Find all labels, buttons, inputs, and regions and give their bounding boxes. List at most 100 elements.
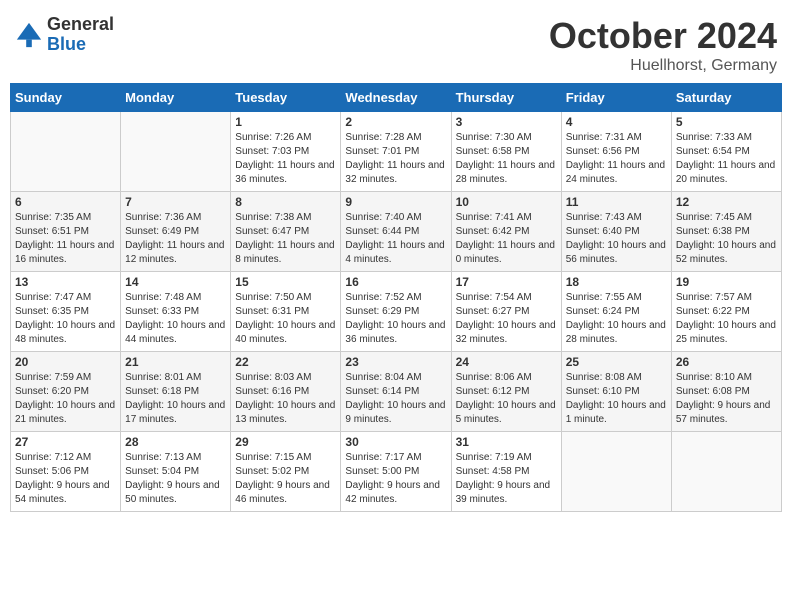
calendar-day-cell: 26Sunrise: 8:10 AM Sunset: 6:08 PM Dayli… (671, 352, 781, 432)
calendar-day-cell: 25 Sunrise: 8:08 AM Sunset: 6:10 PM Dayli… (561, 352, 671, 432)
day-info: Sunrise: 7:30 AM Sunset: 6:58 PM Dayligh… (456, 131, 557, 187)
day-info: Sunrise: 7:59 AM Sunset: 6:20 PM Dayligh… (15, 371, 116, 427)
calendar-week-row: 1Sunrise: 7:26 AM Sunset: 7:03 PM Daylig… (11, 112, 782, 192)
calendar-day-cell: 3 Sunrise: 7:30 AM Sunset: 6:58 PM Daylig… (451, 112, 561, 192)
day-info: Sunrise: 7:13 AM Sunset: 5:04 PM Dayligh… (125, 451, 226, 507)
calendar-week-row: 27Sunrise: 7:12 AM Sunset: 5:06 PM Dayli… (11, 432, 782, 512)
day-info: Sunrise: 7:19 AM Sunset: 4:58 PM Dayligh… (456, 451, 557, 507)
calendar-week-row: 6Sunrise: 7:35 AM Sunset: 6:51 PM Daylig… (11, 192, 782, 272)
calendar-day-cell: 30 Sunrise: 7:17 AM Sunset: 5:00 PM Dayli… (341, 432, 451, 512)
calendar-day-cell (121, 112, 231, 192)
day-number: 23 (345, 355, 446, 369)
calendar-day-cell: 13 Sunrise: 7:47 AM Sunset: 6:35 PM Dayli… (11, 272, 121, 352)
day-info: Sunrise: 7:38 AM Sunset: 6:47 PM Dayligh… (235, 211, 336, 267)
calendar-day-cell: 12Sunrise: 7:45 AM Sunset: 6:38 PM Dayli… (671, 192, 781, 272)
day-number: 29 (235, 435, 336, 449)
title-block: October 2024 Huellhorst, Germany (549, 15, 777, 75)
calendar-title: October 2024 (549, 15, 777, 57)
day-info: Sunrise: 8:10 AM Sunset: 6:08 PM Dayligh… (676, 371, 777, 427)
logo-text: General Blue (47, 15, 114, 55)
calendar-day-cell (671, 432, 781, 512)
logo-blue-text: Blue (47, 35, 114, 55)
day-info: Sunrise: 7:12 AM Sunset: 5:06 PM Dayligh… (15, 451, 116, 507)
page-header: General Blue October 2024 Huellhorst, Ge… (10, 10, 782, 75)
calendar-day-cell: 5 Sunrise: 7:33 AM Sunset: 6:54 PM Daylig… (671, 112, 781, 192)
calendar-day-cell: 18 Sunrise: 7:55 AM Sunset: 6:24 PM Dayli… (561, 272, 671, 352)
logo-general-text: General (47, 15, 114, 35)
day-info: Sunrise: 8:03 AM Sunset: 6:16 PM Dayligh… (235, 371, 336, 427)
day-number: 22 (235, 355, 336, 369)
day-info: Sunrise: 7:47 AM Sunset: 6:35 PM Dayligh… (15, 291, 116, 347)
day-info: Sunrise: 7:45 AM Sunset: 6:38 PM Dayligh… (676, 211, 777, 267)
header-row: SundayMondayTuesdayWednesdayThursdayFrid… (11, 84, 782, 112)
day-info: Sunrise: 7:17 AM Sunset: 5:00 PM Dayligh… (345, 451, 446, 507)
day-info: Sunrise: 7:48 AM Sunset: 6:33 PM Dayligh… (125, 291, 226, 347)
day-number: 18 (566, 275, 667, 289)
day-number: 20 (15, 355, 116, 369)
day-number: 2 (345, 115, 446, 129)
day-info: Sunrise: 7:52 AM Sunset: 6:29 PM Dayligh… (345, 291, 446, 347)
day-info: Sunrise: 7:40 AM Sunset: 6:44 PM Dayligh… (345, 211, 446, 267)
weekday-header: Friday (561, 84, 671, 112)
day-info: Sunrise: 8:08 AM Sunset: 6:10 PM Dayligh… (566, 371, 667, 427)
day-number: 16 (345, 275, 446, 289)
weekday-header: Wednesday (341, 84, 451, 112)
day-info: Sunrise: 7:28 AM Sunset: 7:01 PM Dayligh… (345, 131, 446, 187)
calendar-day-cell: 7 Sunrise: 7:36 AM Sunset: 6:49 PM Daylig… (121, 192, 231, 272)
calendar-day-cell: 11Sunrise: 7:43 AM Sunset: 6:40 PM Dayli… (561, 192, 671, 272)
calendar-table: SundayMondayTuesdayWednesdayThursdayFrid… (10, 83, 782, 512)
day-info: Sunrise: 7:33 AM Sunset: 6:54 PM Dayligh… (676, 131, 777, 187)
day-number: 1 (235, 115, 336, 129)
calendar-day-cell: 8Sunrise: 7:38 AM Sunset: 6:47 PM Daylig… (231, 192, 341, 272)
day-number: 17 (456, 275, 557, 289)
day-info: Sunrise: 8:01 AM Sunset: 6:18 PM Dayligh… (125, 371, 226, 427)
calendar-week-row: 20 Sunrise: 7:59 AM Sunset: 6:20 PM Dayli… (11, 352, 782, 432)
day-number: 7 (125, 195, 226, 209)
calendar-day-cell: 21Sunrise: 8:01 AM Sunset: 6:18 PM Dayli… (121, 352, 231, 432)
calendar-day-cell: 23Sunrise: 8:04 AM Sunset: 6:14 PM Dayli… (341, 352, 451, 432)
day-number: 3 (456, 115, 557, 129)
calendar-day-cell: 9 Sunrise: 7:40 AM Sunset: 6:44 PM Daylig… (341, 192, 451, 272)
calendar-day-cell (561, 432, 671, 512)
day-info: Sunrise: 7:54 AM Sunset: 6:27 PM Dayligh… (456, 291, 557, 347)
calendar-day-cell: 31 Sunrise: 7:19 AM Sunset: 4:58 PM Dayli… (451, 432, 561, 512)
day-info: Sunrise: 7:57 AM Sunset: 6:22 PM Dayligh… (676, 291, 777, 347)
weekday-header: Saturday (671, 84, 781, 112)
day-number: 14 (125, 275, 226, 289)
calendar-day-cell: 16 Sunrise: 7:52 AM Sunset: 6:29 PM Dayli… (341, 272, 451, 352)
day-number: 15 (235, 275, 336, 289)
day-info: Sunrise: 7:36 AM Sunset: 6:49 PM Dayligh… (125, 211, 226, 267)
day-number: 10 (456, 195, 557, 209)
calendar-day-cell: 1Sunrise: 7:26 AM Sunset: 7:03 PM Daylig… (231, 112, 341, 192)
day-info: Sunrise: 8:06 AM Sunset: 6:12 PM Dayligh… (456, 371, 557, 427)
calendar-day-cell (11, 112, 121, 192)
logo: General Blue (15, 15, 114, 55)
day-info: Sunrise: 7:41 AM Sunset: 6:42 PM Dayligh… (456, 211, 557, 267)
calendar-day-cell: 6Sunrise: 7:35 AM Sunset: 6:51 PM Daylig… (11, 192, 121, 272)
day-info: Sunrise: 7:15 AM Sunset: 5:02 PM Dayligh… (235, 451, 336, 507)
day-number: 31 (456, 435, 557, 449)
calendar-day-cell: 17 Sunrise: 7:54 AM Sunset: 6:27 PM Dayli… (451, 272, 561, 352)
calendar-body: 1Sunrise: 7:26 AM Sunset: 7:03 PM Daylig… (11, 112, 782, 512)
calendar-header: SundayMondayTuesdayWednesdayThursdayFrid… (11, 84, 782, 112)
calendar-day-cell: 19Sunrise: 7:57 AM Sunset: 6:22 PM Dayli… (671, 272, 781, 352)
calendar-day-cell: 20 Sunrise: 7:59 AM Sunset: 6:20 PM Dayli… (11, 352, 121, 432)
day-number: 13 (15, 275, 116, 289)
day-number: 9 (345, 195, 446, 209)
calendar-day-cell: 4Sunrise: 7:31 AM Sunset: 6:56 PM Daylig… (561, 112, 671, 192)
day-info: Sunrise: 7:55 AM Sunset: 6:24 PM Dayligh… (566, 291, 667, 347)
calendar-day-cell: 10 Sunrise: 7:41 AM Sunset: 6:42 PM Dayli… (451, 192, 561, 272)
calendar-day-cell: 22 Sunrise: 8:03 AM Sunset: 6:16 PM Dayli… (231, 352, 341, 432)
day-info: Sunrise: 7:43 AM Sunset: 6:40 PM Dayligh… (566, 211, 667, 267)
calendar-day-cell: 2 Sunrise: 7:28 AM Sunset: 7:01 PM Daylig… (341, 112, 451, 192)
day-number: 25 (566, 355, 667, 369)
day-info: Sunrise: 7:31 AM Sunset: 6:56 PM Dayligh… (566, 131, 667, 187)
weekday-header: Thursday (451, 84, 561, 112)
day-number: 30 (345, 435, 446, 449)
logo-icon (15, 21, 43, 49)
day-number: 28 (125, 435, 226, 449)
day-number: 5 (676, 115, 777, 129)
day-info: Sunrise: 7:35 AM Sunset: 6:51 PM Dayligh… (15, 211, 116, 267)
calendar-location: Huellhorst, Germany (549, 57, 777, 75)
calendar-day-cell: 14 Sunrise: 7:48 AM Sunset: 6:33 PM Dayli… (121, 272, 231, 352)
